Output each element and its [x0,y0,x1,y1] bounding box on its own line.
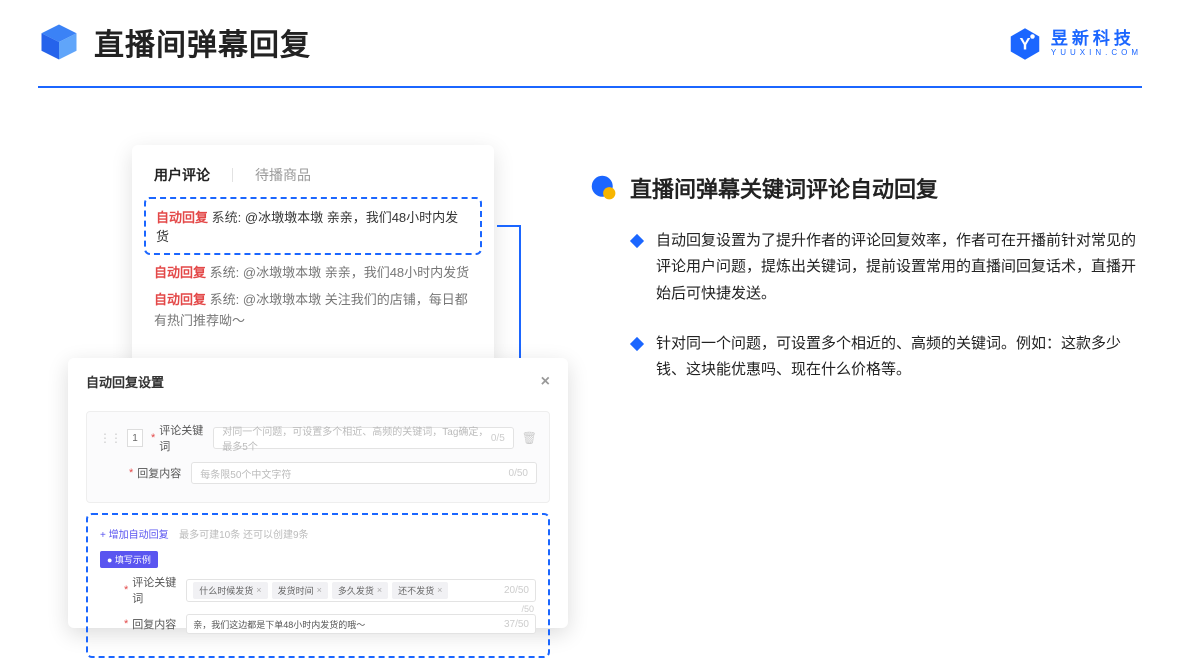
section-title: 直播间弹幕关键词评论自动回复 [630,172,938,204]
system-label: 系统: [212,210,242,225]
tag-remove-icon[interactable]: × [317,585,322,595]
keyword-label: 评论关键词 [132,574,186,606]
reply-input[interactable]: 每条限50个中文字符 0/50 [191,462,537,484]
example-keyword-input[interactable]: 什么时候发货× 发货时间× 多久发货× 还不发货× 20/50 [186,579,536,602]
example-reply-input[interactable]: 亲，我们这边都是下单48小时内发货的哦～ 37/50 [186,614,536,634]
autoreply-settings-card: 自动回复设置 × ⋮⋮ 1 * 评论关键词 对同一个问题，可设置多个相近、高频的… [68,358,568,628]
bullet-item: 自动回复设置为了提升作者的评论回复效率，作者可在开播前针对常见的评论用户问题，提… [590,228,1140,307]
add-autoreply-link[interactable]: + 增加自动回复 [100,530,169,541]
cube-icon [38,21,80,63]
page-title: 直播间弹幕回复 [94,20,311,64]
diamond-bullet-icon [630,234,644,248]
reply-counter: 0/50 [509,468,528,479]
keyword-tag[interactable]: 什么时候发货× [193,582,267,599]
keyword-tag[interactable]: 多久发货× [332,582,388,599]
placeholder-text: 对同一个问题，可设置多个相近、高频的关键词，Tag确定，最多5个 [222,423,491,453]
auto-reply-label: 自动回复 [154,265,206,280]
system-label: 系统: [210,265,240,280]
comments-card: 用户评论 待播商品 自动回复 系统: @冰墩墩本墩 亲亲，我们48小时内发货 自… [132,145,494,365]
close-icon[interactable]: × [541,373,550,391]
settings-title: 自动回复设置 [86,372,164,391]
bullet-text: 自动回复设置为了提升作者的评论回复效率，作者可在开播前针对常见的评论用户问题，提… [656,228,1140,307]
comment-text: @冰墩墩本墩 亲亲，我们48小时内发货 [243,265,469,280]
bullet-item: 针对同一个问题，可设置多个相近的、高频的关键词。例如：这款多少钱、这块能优惠吗、… [590,331,1140,384]
system-label: 系统: [210,292,240,307]
auto-reply-label: 自动回复 [156,210,208,225]
tab-user-comments[interactable]: 用户评论 [154,165,210,185]
diamond-bullet-icon [630,337,644,351]
comment-row: 自动回复 系统: @冰墩墩本墩 亲亲，我们48小时内发货 [154,263,472,284]
brand-logo-block: Y 昱新科技 YUUXIN.COM [1007,26,1142,62]
reply-label: 回复内容 [132,616,186,632]
brand-name-cn: 昱新科技 [1051,30,1142,49]
svg-text:Y: Y [1019,35,1030,53]
placeholder-text: 每条限50个中文字符 [200,466,291,481]
reply-label: 回复内容 [137,465,191,481]
brand-name-en: YUUXIN.COM [1051,49,1142,58]
required-star-icon: * [124,584,128,596]
tab-pending-products[interactable]: 待播商品 [255,165,311,185]
example-reply-text: 亲，我们这边都是下单48小时内发货的哦～ [193,618,365,631]
required-star-icon: * [151,432,155,444]
keyword-input[interactable]: 对同一个问题，可设置多个相近、高频的关键词，Tag确定，最多5个 0/5 [213,427,513,449]
example-reply-counter: 37/50 [504,619,529,630]
delete-icon[interactable]: 🗑 [522,431,537,445]
required-star-icon: * [124,618,128,630]
index-box: 1 [127,429,143,447]
trailing-counter: /50 [521,604,534,614]
chat-bubble-icon [590,174,618,202]
header-divider [38,86,1142,88]
keyword-counter: 0/5 [491,433,505,444]
required-star-icon: * [129,467,133,479]
tag-remove-icon[interactable]: × [377,585,382,595]
tab-separator [232,168,233,182]
tag-remove-icon[interactable]: × [256,585,261,595]
example-badge: ● 填写示例 [100,551,158,568]
highlighted-comment: 自动回复 系统: @冰墩墩本墩 亲亲，我们48小时内发货 [144,197,482,255]
add-hint: 最多可建10条 还可以创建9条 [179,530,308,541]
keyword-tag[interactable]: 发货时间× [272,582,328,599]
keyword-tag[interactable]: 还不发货× [392,582,448,599]
auto-reply-label: 自动回复 [154,292,206,307]
keyword-label: 评论关键词 [159,422,213,454]
bullet-text: 针对同一个问题，可设置多个相近的、高频的关键词。例如：这款多少钱、这块能优惠吗、… [656,331,1140,384]
drag-handle-icon[interactable]: ⋮⋮ [99,431,121,445]
comment-row: 自动回复 系统: @冰墩墩本墩 关注我们的店铺，每日都有热门推荐呦～ [154,290,472,332]
brand-hex-icon: Y [1007,26,1043,62]
example-block: + 增加自动回复 最多可建10条 还可以创建9条 ● 填写示例 * 评论关键词 … [86,513,550,658]
example-keyword-counter: 20/50 [504,585,529,596]
tag-remove-icon[interactable]: × [437,585,442,595]
